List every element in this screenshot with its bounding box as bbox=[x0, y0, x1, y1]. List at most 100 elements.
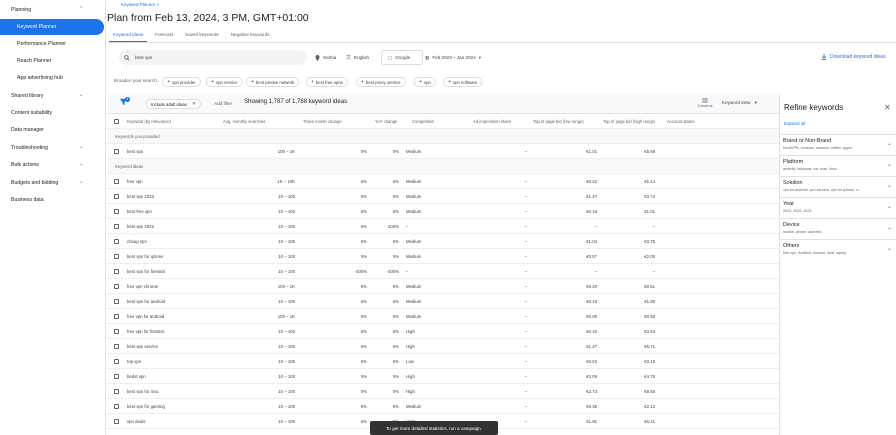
search-input[interactable]: best vpn bbox=[119, 50, 307, 65]
table-toolbar bbox=[107, 94, 779, 114]
row-checkbox[interactable] bbox=[114, 329, 119, 334]
row-checkbox[interactable] bbox=[114, 389, 119, 394]
broaden-chip[interactable]: + best private network bbox=[246, 77, 300, 87]
sidebar-item-budgets-and-bidding[interactable]: Budgets and bidding ⌄ bbox=[0, 175, 106, 191]
columns-button[interactable]: ▥ Columns bbox=[695, 97, 715, 108]
row-checkbox[interactable] bbox=[114, 224, 119, 229]
table-cell: – bbox=[524, 254, 527, 259]
row-checkbox[interactable] bbox=[114, 179, 119, 184]
refine-section-others[interactable]: Others free vpn, firestick, chrome, deal,… bbox=[780, 239, 896, 260]
sidebar-item-content-suitability[interactable]: Content suitability bbox=[0, 105, 106, 121]
table-row: best vpn service 10 – 100 0% 0% High – €1.47 €5… bbox=[107, 339, 779, 354]
sidebar-item-bulk-actions[interactable]: Bulk actions ⌄ bbox=[0, 157, 106, 173]
row-checkbox[interactable] bbox=[114, 194, 119, 199]
filter-chip-adult[interactable]: Include adult ideas ✕ bbox=[146, 99, 202, 109]
close-icon[interactable]: ✕ bbox=[192, 101, 196, 107]
chevron-down-icon: ⌄ bbox=[887, 183, 893, 189]
row-checkbox[interactable] bbox=[114, 209, 119, 214]
row-checkbox[interactable] bbox=[114, 269, 119, 274]
close-icon[interactable]: ✕ bbox=[884, 103, 891, 112]
table-cell: best vpn for mac bbox=[127, 389, 159, 394]
column-header[interactable]: Avg. monthly searches bbox=[223, 114, 301, 129]
broaden-chip[interactable]: + vpn software bbox=[443, 77, 483, 87]
table-cell: – bbox=[594, 224, 597, 229]
column-header[interactable]: Keyword (by relevance) bbox=[127, 114, 207, 129]
column-header[interactable]: Top of page bid (high range) bbox=[603, 114, 661, 129]
row-checkbox[interactable] bbox=[114, 254, 119, 259]
row-checkbox[interactable] bbox=[114, 374, 119, 379]
row-checkbox[interactable] bbox=[114, 359, 119, 364]
column-header[interactable]: YoY change bbox=[375, 114, 405, 129]
sidebar-item-performance-planner[interactable]: Performance Planner bbox=[0, 36, 106, 52]
sidebar: Planning ⌃ Keyword Planner Performance Plan… bbox=[0, 0, 106, 435]
column-header[interactable]: Competition bbox=[412, 114, 472, 129]
table-cell: 0% bbox=[392, 344, 399, 349]
tab-keyword-ideas[interactable]: Keyword ideas bbox=[107, 30, 149, 42]
broaden-chip[interactable]: + vpn provider bbox=[162, 77, 201, 87]
chevron-down-icon: ⌄ bbox=[79, 144, 84, 150]
broaden-chip[interactable]: + best free vpns bbox=[306, 77, 348, 87]
download-button[interactable]: Download keyword ideas bbox=[821, 54, 886, 60]
table-cell: vpn deals bbox=[127, 419, 146, 424]
row-checkbox[interactable] bbox=[114, 344, 119, 349]
table-cell: High bbox=[406, 374, 415, 379]
refine-section-year[interactable]: Year 2023, 2022, 2021 ⌄ bbox=[780, 197, 896, 218]
tab-saved-keywords[interactable]: Saved keywords bbox=[179, 30, 225, 42]
table-cell: – bbox=[524, 389, 527, 394]
table-cell: best vpn for gaming bbox=[127, 404, 165, 409]
row-checkbox[interactable] bbox=[114, 419, 119, 424]
row-checkbox[interactable] bbox=[114, 284, 119, 289]
tab-negative-keywords[interactable]: Negative keywords bbox=[225, 30, 276, 42]
table-cell bbox=[661, 279, 721, 294]
table-cell: 0% bbox=[360, 149, 367, 154]
refine-section-title: Device bbox=[783, 222, 800, 228]
row-checkbox[interactable] bbox=[114, 314, 119, 319]
table-cell: Medium bbox=[406, 314, 422, 319]
refine-section-brand-or-non-brand[interactable]: Brand or Non-Brand NordVPN, nordvpn, amaz… bbox=[780, 134, 896, 155]
table-cell: 100 – 1K bbox=[277, 149, 295, 154]
column-header[interactable]: Top of page bid (low range) bbox=[533, 114, 603, 129]
table-cell: Medium bbox=[406, 254, 422, 259]
add-filter-button[interactable]: Add filter bbox=[214, 101, 232, 106]
date-range-selector[interactable]: ▦ Feb 2023 – Jan 2024 ▾ bbox=[425, 50, 481, 65]
table-cell: 10 – 100 bbox=[278, 359, 295, 364]
sidebar-item-data-manager[interactable]: Data manager bbox=[0, 122, 106, 138]
location-selector[interactable]: Serbia bbox=[315, 50, 336, 65]
row-checkbox[interactable] bbox=[114, 404, 119, 409]
row-checkbox[interactable] bbox=[114, 299, 119, 304]
sidebar-item-reach-planner[interactable]: Reach Planner bbox=[0, 53, 106, 69]
column-header[interactable]: Account status bbox=[667, 114, 727, 129]
table-cell: €8.55 bbox=[644, 389, 655, 394]
refine-section-title: Solution bbox=[783, 180, 803, 186]
table-cell: €0.09 bbox=[586, 314, 597, 319]
expand-all-link[interactable]: Expand all bbox=[784, 121, 805, 126]
sidebar-item-shared-library[interactable]: Shared library ⌄ bbox=[0, 88, 106, 104]
sidebar-item-app-advertising-hub[interactable]: App advertising hub bbox=[0, 70, 106, 86]
row-checkbox[interactable] bbox=[114, 239, 119, 244]
refine-section-device[interactable]: Device mobile, phone, address ⌄ bbox=[780, 218, 896, 239]
column-header[interactable]: Three month change bbox=[303, 114, 373, 129]
row-checkbox[interactable] bbox=[114, 119, 119, 124]
refine-section-solution[interactable]: Solution vpn for android, vpn servers, vp… bbox=[780, 176, 896, 197]
refine-section-platform[interactable]: Platform android, windows, ios, mac, linu… bbox=[780, 155, 896, 176]
broaden-chip[interactable]: + vpn service bbox=[206, 77, 243, 87]
keyword-view-dropdown[interactable]: Keyword view ▾ bbox=[722, 100, 757, 106]
sidebar-item-planning[interactable]: Planning ⌃ bbox=[0, 2, 106, 18]
table-cell: Low bbox=[406, 359, 414, 364]
table-cell: – bbox=[524, 314, 527, 319]
broaden-chip[interactable]: + best proxy service bbox=[356, 77, 406, 87]
breadcrumb[interactable]: Keyword Planner > bbox=[121, 2, 159, 7]
column-header[interactable]: Ad impression share bbox=[473, 114, 533, 129]
language-selector[interactable]: 文 English bbox=[346, 50, 369, 65]
table-cell: best vpn service bbox=[127, 344, 159, 349]
sidebar-item-keyword-planner[interactable]: Keyword Planner bbox=[0, 19, 104, 35]
row-checkbox[interactable] bbox=[114, 149, 119, 154]
sidebar-item-label: Troubleshooting bbox=[11, 145, 49, 151]
table-row: best vpn for android 10 – 100 0% 0% Medium – €… bbox=[107, 294, 779, 309]
network-selector[interactable]: ▢ Google bbox=[381, 50, 423, 65]
sidebar-item-business-data[interactable]: Business data bbox=[0, 192, 106, 208]
tab-forecast[interactable]: Forecast bbox=[149, 30, 179, 42]
sidebar-item-troubleshooting[interactable]: Troubleshooting ⌄ bbox=[0, 140, 106, 156]
table-cell: – bbox=[524, 209, 527, 214]
broaden-chip[interactable]: + vpn bbox=[414, 77, 436, 87]
